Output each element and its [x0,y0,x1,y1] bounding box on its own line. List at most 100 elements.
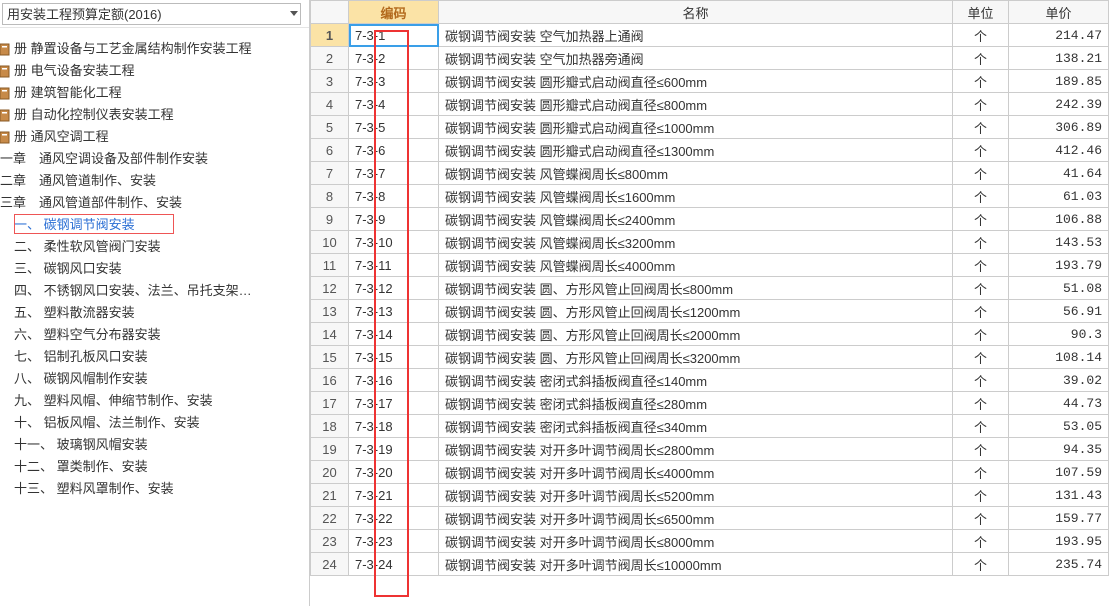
unit-cell[interactable]: 个 [953,553,1009,576]
tree-item[interactable]: 九、 塑料风帽、伸缩节制作、安装 [0,390,309,412]
price-cell[interactable]: 131.43 [1009,484,1109,507]
row-number-cell[interactable]: 10 [311,231,349,254]
code-cell[interactable]: 7-3-23 [349,530,439,553]
row-number-cell[interactable]: 11 [311,254,349,277]
name-cell[interactable]: 碳钢调节阀安装 圆、方形风管止回阀周长≤2000mm [439,323,953,346]
unit-cell[interactable]: 个 [953,300,1009,323]
grid-header-name[interactable]: 名称 [439,1,953,24]
price-cell[interactable]: 90.3 [1009,323,1109,346]
name-cell[interactable]: 碳钢调节阀安装 风管蝶阀周长≤3200mm [439,231,953,254]
code-cell[interactable]: 7-3-21 [349,484,439,507]
tree-item[interactable]: 十二、 罩类制作、安装 [0,456,309,478]
unit-cell[interactable]: 个 [953,254,1009,277]
row-number-cell[interactable]: 4 [311,93,349,116]
code-cell[interactable]: 7-3-19 [349,438,439,461]
code-cell[interactable]: 7-3-2 [349,47,439,70]
row-number-cell[interactable]: 24 [311,553,349,576]
row-number-cell[interactable]: 16 [311,369,349,392]
price-cell[interactable]: 193.79 [1009,254,1109,277]
table-row[interactable]: 57-3-5碳钢调节阀安装 圆形瓣式启动阀直径≤1000mm个306.89 [311,116,1109,139]
name-cell[interactable]: 碳钢调节阀安装 圆、方形风管止回阀周长≤800mm [439,277,953,300]
name-cell[interactable]: 碳钢调节阀安装 风管蝶阀周长≤4000mm [439,254,953,277]
code-cell[interactable]: 7-3-10 [349,231,439,254]
tree-item[interactable]: 册 建筑智能化工程 [0,82,309,104]
table-row[interactable]: 97-3-9碳钢调节阀安装 风管蝶阀周长≤2400mm个106.88 [311,208,1109,231]
row-number-cell[interactable]: 22 [311,507,349,530]
price-cell[interactable]: 159.77 [1009,507,1109,530]
name-cell[interactable]: 碳钢调节阀安装 对开多叶调节阀周长≤6500mm [439,507,953,530]
name-cell[interactable]: 碳钢调节阀安装 对开多叶调节阀周长≤4000mm [439,461,953,484]
name-cell[interactable]: 碳钢调节阀安装 圆形瓣式启动阀直径≤800mm [439,93,953,116]
table-row[interactable]: 187-3-18碳钢调节阀安装 密闭式斜插板阀直径≤340mm个53.05 [311,415,1109,438]
unit-cell[interactable]: 个 [953,346,1009,369]
name-cell[interactable]: 碳钢调节阀安装 密闭式斜插板阀直径≤140mm [439,369,953,392]
tree-item[interactable]: 册 通风空调工程 [0,126,309,148]
tree-item[interactable]: 册 静置设备与工艺金属结构制作安装工程 [0,38,309,60]
price-cell[interactable]: 189.85 [1009,70,1109,93]
table-row[interactable]: 147-3-14碳钢调节阀安装 圆、方形风管止回阀周长≤2000mm个90.3 [311,323,1109,346]
tree-item[interactable]: 一、 碳钢调节阀安装 [0,214,309,236]
price-cell[interactable]: 235.74 [1009,553,1109,576]
table-row[interactable]: 107-3-10碳钢调节阀安装 风管蝶阀周长≤3200mm个143.53 [311,231,1109,254]
code-cell[interactable]: 7-3-3 [349,70,439,93]
unit-cell[interactable]: 个 [953,530,1009,553]
price-cell[interactable]: 106.88 [1009,208,1109,231]
unit-cell[interactable]: 个 [953,139,1009,162]
unit-cell[interactable]: 个 [953,70,1009,93]
unit-cell[interactable]: 个 [953,47,1009,70]
price-cell[interactable]: 242.39 [1009,93,1109,116]
row-number-cell[interactable]: 21 [311,484,349,507]
tree-item[interactable]: 十、 铝板风帽、法兰制作、安装 [0,412,309,434]
code-cell[interactable]: 7-3-13 [349,300,439,323]
row-number-cell[interactable]: 15 [311,346,349,369]
price-cell[interactable]: 138.21 [1009,47,1109,70]
tree-item[interactable]: 二章 通风管道制作、安装 [0,170,309,192]
unit-cell[interactable]: 个 [953,116,1009,139]
code-cell[interactable]: 7-3-17 [349,392,439,415]
code-cell[interactable]: 7-3-7 [349,162,439,185]
name-cell[interactable]: 碳钢调节阀安装 空气加热器旁通阀 [439,47,953,70]
tree-item[interactable]: 册 电气设备安装工程 [0,60,309,82]
code-cell[interactable]: 7-3-15 [349,346,439,369]
price-cell[interactable]: 51.08 [1009,277,1109,300]
unit-cell[interactable]: 个 [953,392,1009,415]
name-cell[interactable]: 碳钢调节阀安装 风管蝶阀周长≤2400mm [439,208,953,231]
price-cell[interactable]: 108.14 [1009,346,1109,369]
table-row[interactable]: 237-3-23碳钢调节阀安装 对开多叶调节阀周长≤8000mm个193.95 [311,530,1109,553]
price-cell[interactable]: 193.95 [1009,530,1109,553]
code-cell[interactable]: 7-3-22 [349,507,439,530]
table-row[interactable]: 217-3-21碳钢调节阀安装 对开多叶调节阀周长≤5200mm个131.43 [311,484,1109,507]
row-number-cell[interactable]: 18 [311,415,349,438]
unit-cell[interactable]: 个 [953,93,1009,116]
table-row[interactable]: 37-3-3碳钢调节阀安装 圆形瓣式启动阀直径≤600mm个189.85 [311,70,1109,93]
tree-item[interactable]: 十一、 玻璃钢风帽安装 [0,434,309,456]
unit-cell[interactable]: 个 [953,323,1009,346]
price-cell[interactable]: 214.47 [1009,24,1109,47]
table-row[interactable]: 17-3-1碳钢调节阀安装 空气加热器上通阀个214.47 [311,24,1109,47]
name-cell[interactable]: 碳钢调节阀安装 圆形瓣式启动阀直径≤1300mm [439,139,953,162]
price-cell[interactable]: 56.91 [1009,300,1109,323]
table-row[interactable]: 27-3-2碳钢调节阀安装 空气加热器旁通阀个138.21 [311,47,1109,70]
name-cell[interactable]: 碳钢调节阀安装 对开多叶调节阀周长≤10000mm [439,553,953,576]
row-number-cell[interactable]: 2 [311,47,349,70]
name-cell[interactable]: 碳钢调节阀安装 对开多叶调节阀周长≤5200mm [439,484,953,507]
tree-item[interactable]: 七、 铝制孔板风口安装 [0,346,309,368]
row-number-cell[interactable]: 23 [311,530,349,553]
unit-cell[interactable]: 个 [953,507,1009,530]
unit-cell[interactable]: 个 [953,438,1009,461]
grid-header-price[interactable]: 单价 [1009,1,1109,24]
price-cell[interactable]: 143.53 [1009,231,1109,254]
table-row[interactable]: 47-3-4碳钢调节阀安装 圆形瓣式启动阀直径≤800mm个242.39 [311,93,1109,116]
name-cell[interactable]: 碳钢调节阀安装 对开多叶调节阀周长≤2800mm [439,438,953,461]
table-row[interactable]: 247-3-24碳钢调节阀安装 对开多叶调节阀周长≤10000mm个235.74 [311,553,1109,576]
row-number-cell[interactable]: 5 [311,116,349,139]
code-cell[interactable]: 7-3-11 [349,254,439,277]
unit-cell[interactable]: 个 [953,277,1009,300]
price-cell[interactable]: 412.46 [1009,139,1109,162]
table-row[interactable]: 197-3-19碳钢调节阀安装 对开多叶调节阀周长≤2800mm个94.35 [311,438,1109,461]
table-row[interactable]: 127-3-12碳钢调节阀安装 圆、方形风管止回阀周长≤800mm个51.08 [311,277,1109,300]
row-number-cell[interactable]: 1 [311,24,349,47]
name-cell[interactable]: 碳钢调节阀安装 圆形瓣式启动阀直径≤1000mm [439,116,953,139]
row-number-cell[interactable]: 17 [311,392,349,415]
code-cell[interactable]: 7-3-4 [349,93,439,116]
